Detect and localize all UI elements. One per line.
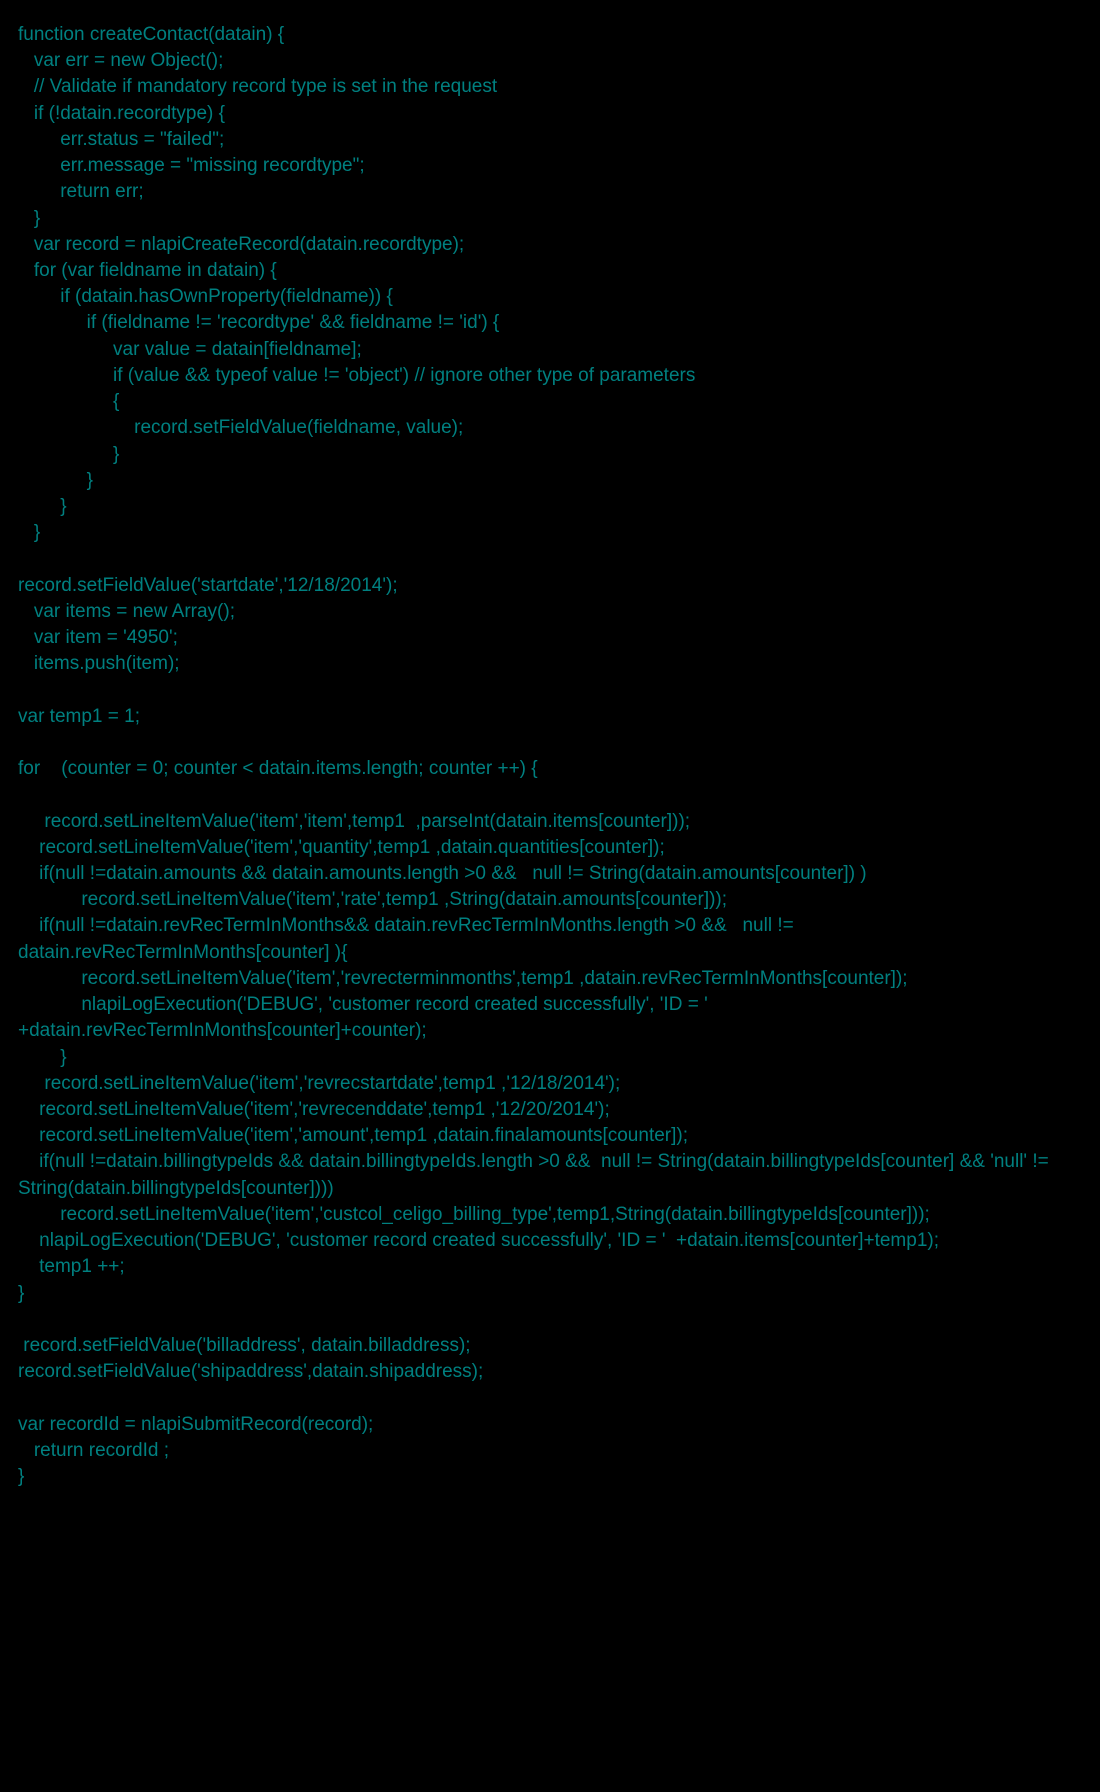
code-snippet: function createContact(datain) { var err…	[18, 22, 1082, 1490]
